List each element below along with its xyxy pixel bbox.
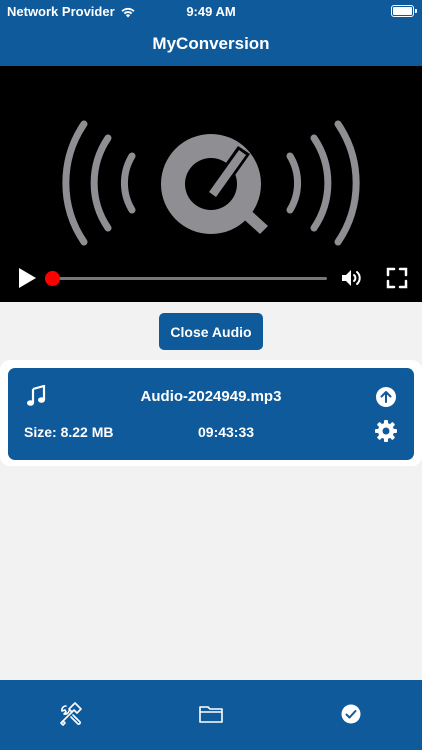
- tab-bar: [0, 680, 422, 750]
- progress-slider[interactable]: [45, 271, 327, 286]
- app-header: Network Provider 9:49 AM MyConversion: [0, 0, 422, 66]
- battery-icon: [391, 5, 417, 17]
- gear-icon[interactable]: [374, 419, 398, 443]
- speaker-icon[interactable]: [340, 267, 364, 289]
- fullscreen-icon[interactable]: [386, 267, 408, 289]
- checkmark-icon[interactable]: [338, 702, 364, 726]
- file-item[interactable]: Audio-2024949.mp3 Size: 8.22 MB 09:43:33: [8, 368, 414, 460]
- status-time: 9:49 AM: [186, 4, 236, 19]
- file-list: Audio-2024949.mp3 Size: 8.22 MB 09:43:33: [0, 360, 422, 466]
- close-audio-button[interactable]: Close Audio: [159, 313, 263, 350]
- folder-icon[interactable]: [198, 702, 224, 726]
- player-controls: [0, 262, 422, 294]
- file-name: Audio-2024949.mp3: [140, 388, 282, 405]
- file-size: Size: 8.22 MB: [24, 424, 114, 440]
- status-bar: Network Provider 9:49 AM: [0, 0, 422, 22]
- upload-icon[interactable]: [375, 386, 397, 408]
- play-icon[interactable]: [16, 266, 38, 290]
- media-player[interactable]: [0, 66, 422, 302]
- quicktime-audio-logo: [62, 120, 360, 246]
- page-title: MyConversion: [152, 34, 270, 53]
- tools-icon[interactable]: [58, 702, 84, 726]
- file-duration: 09:43:33: [198, 424, 255, 440]
- progress-thumb[interactable]: [45, 271, 60, 286]
